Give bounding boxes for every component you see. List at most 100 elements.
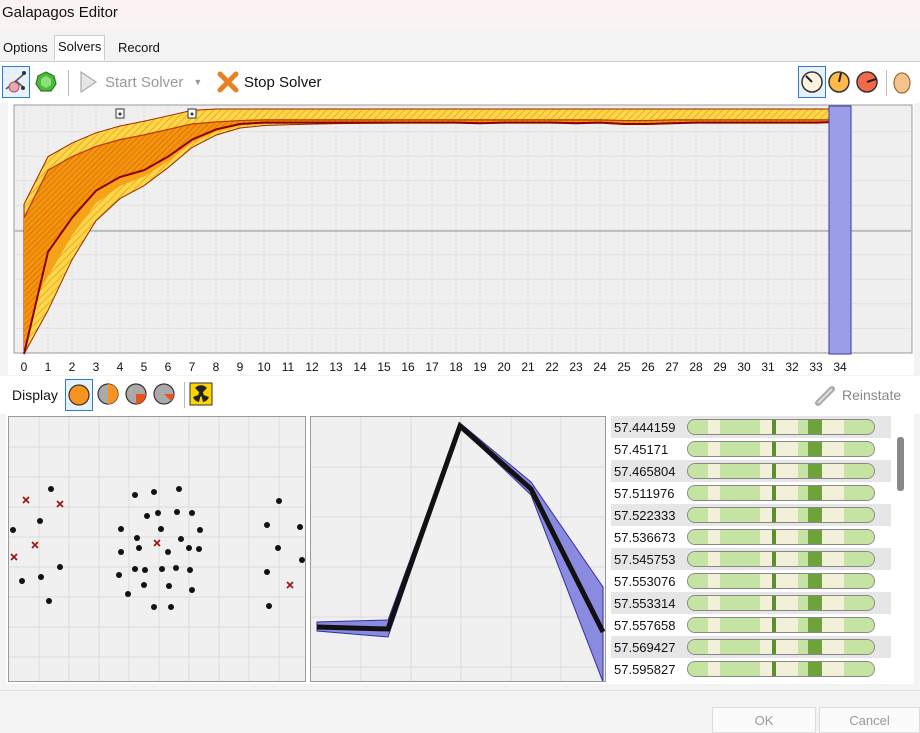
fitness-chart: 0 1 2 3 4 5 6 7 8 9 10 11 12 13 14 15 16 17 18 19 20 21 22 23 24… — [8, 103, 914, 375]
population-point — [155, 510, 161, 516]
x-tick-label: 2 — [69, 360, 76, 374]
population-point — [189, 587, 195, 593]
population-point — [38, 574, 44, 580]
population-point — [178, 536, 184, 542]
genome-row[interactable]: 57.45171 — [611, 438, 891, 460]
gauge-slow-icon — [801, 71, 823, 93]
egg-button[interactable] — [891, 66, 915, 98]
radiation-icon — [189, 382, 213, 406]
display-mode-4-button[interactable] — [151, 379, 179, 411]
x-tick-label: 16 — [401, 360, 415, 374]
population-point — [19, 578, 25, 584]
population-point — [166, 583, 172, 589]
genome-bar — [687, 551, 875, 567]
ok-button[interactable]: OK — [712, 707, 816, 733]
population-point — [158, 526, 164, 532]
display-mode-3-button[interactable] — [123, 379, 151, 411]
genome-fitness: 57.545753 — [614, 551, 676, 567]
genome-fitness: 57.553314 — [614, 595, 676, 611]
population-point — [264, 522, 270, 528]
population-point — [174, 509, 180, 515]
reinstate-label: Reinstate — [842, 387, 902, 403]
genome-graph-panel — [310, 416, 606, 682]
radiation-button[interactable] — [189, 379, 215, 411]
tab-options[interactable]: Options — [0, 37, 51, 59]
speed-slow-button[interactable] — [798, 66, 826, 98]
x-tick-label: 4 — [117, 360, 124, 374]
population-point — [125, 591, 131, 597]
genome-row[interactable]: 57.553314 — [611, 592, 891, 614]
start-solver-button[interactable]: Start Solver ▼ — [78, 66, 204, 98]
generation-marker — [115, 108, 125, 119]
genome-list[interactable]: 57.444159 57.45171 57.465804 57.511976 57.52… — [611, 416, 909, 680]
gauge-medium-icon — [828, 71, 850, 93]
genome-bar — [687, 617, 875, 633]
genome-row[interactable]: 57.536673 — [611, 526, 891, 548]
tab-strip: Options Solvers Record — [0, 35, 920, 60]
reinstate-button[interactable]: Reinstate — [814, 381, 901, 409]
x-tick-label: 9 — [237, 360, 244, 374]
population-point — [266, 603, 272, 609]
start-solver-label: Start Solver — [105, 73, 184, 91]
genome-list-scrollbar[interactable] — [897, 437, 904, 491]
population-point — [168, 604, 174, 610]
x-tick-label: 19 — [473, 360, 487, 374]
population-point — [275, 545, 281, 551]
x-tick-label: 24 — [593, 360, 607, 374]
evolutionary-solver-button[interactable] — [2, 66, 30, 98]
x-tick-label: 23 — [569, 360, 583, 374]
genome-row[interactable]: 57.553076 — [611, 570, 891, 592]
genome-bar — [687, 441, 875, 457]
x-tick-label: 32 — [785, 360, 799, 374]
stop-solver-button[interactable]: Stop Solver — [216, 66, 326, 98]
genome-row[interactable]: 57.545753 — [611, 548, 891, 570]
genome-bar — [687, 507, 875, 523]
genome-row[interactable]: 57.444159 — [611, 416, 891, 438]
genome-row[interactable]: 57.465804 — [611, 460, 891, 482]
rejected-point — [31, 541, 39, 549]
genome-bar — [687, 485, 875, 501]
x-tick-label: 25 — [617, 360, 631, 374]
stop-icon — [217, 71, 239, 93]
population-point — [151, 489, 157, 495]
window-title: Galapagos Editor — [2, 4, 118, 21]
x-tick-label: 34 — [833, 360, 847, 374]
annealing-solver-button[interactable] — [33, 66, 61, 98]
genome-fitness: 57.45171 — [614, 441, 669, 457]
genome-row[interactable]: 57.557658 — [611, 614, 891, 636]
genome-bar — [687, 639, 875, 655]
population-point — [48, 486, 54, 492]
genome-row[interactable]: 57.595827 — [611, 658, 891, 680]
genome-row[interactable]: 57.569427 — [611, 636, 891, 658]
x-tick-label: 17 — [425, 360, 439, 374]
speed-medium-button[interactable] — [826, 66, 854, 98]
x-tick-label: 11 — [282, 360, 295, 374]
x-tick-label: 21 — [521, 360, 535, 374]
genome-row[interactable]: 57.522333 — [611, 504, 891, 526]
population-point — [116, 572, 122, 578]
x-tick-label: 7 — [189, 360, 196, 374]
genome-row[interactable]: 57.511976 — [611, 482, 891, 504]
genome-fitness: 57.511976 — [614, 485, 675, 501]
cancel-button[interactable]: Cancel — [819, 707, 920, 733]
population-point — [141, 582, 147, 588]
population-point — [118, 526, 124, 532]
display-mode-2-button[interactable] — [95, 379, 123, 411]
gauge-fast-icon — [856, 71, 878, 93]
speed-fast-button[interactable] — [854, 66, 882, 98]
display-mode-1-button[interactable] — [65, 379, 93, 411]
genome-bar — [687, 595, 875, 611]
population-point — [297, 524, 303, 530]
selected-generation-bar[interactable] — [828, 105, 852, 355]
genome-graph-svg — [311, 417, 605, 681]
genome-fitness: 57.536673 — [614, 529, 676, 545]
genome-bar — [687, 419, 875, 435]
x-tick-label: 26 — [641, 360, 655, 374]
population-point — [276, 498, 282, 504]
genome-fitness: 57.569427 — [614, 639, 676, 655]
tab-record[interactable]: Record — [115, 37, 163, 59]
display-bar: Display Reinstate — [0, 376, 920, 414]
tab-solvers[interactable]: Solvers — [54, 35, 106, 60]
chevron-down-icon[interactable]: ▼ — [193, 77, 202, 87]
solver-toolbar: Start Solver ▼ Stop Solver — [0, 61, 920, 103]
